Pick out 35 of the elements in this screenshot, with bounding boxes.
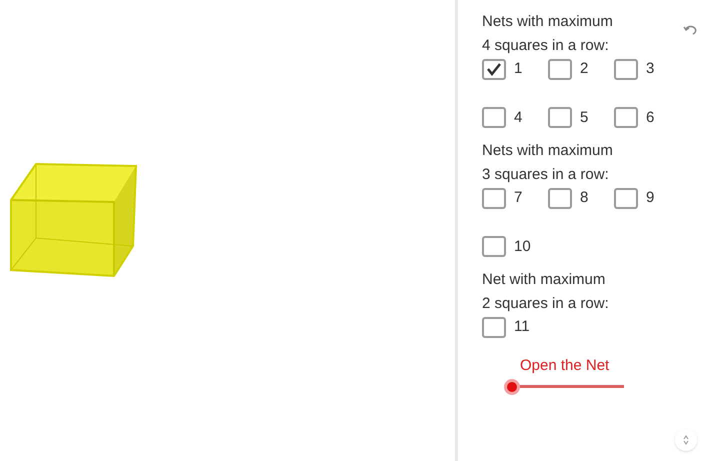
- group-heading: 2 squares in a row:: [482, 294, 609, 314]
- checkbox-label: 5: [580, 108, 588, 128]
- slider-thumb[interactable]: [504, 379, 520, 395]
- checkbox[interactable]: [482, 107, 506, 128]
- checkbox[interactable]: [482, 236, 506, 258]
- checkbox[interactable]: [482, 188, 506, 209]
- group-heading: Nets with maximum: [482, 141, 613, 161]
- group-heading: Net with maximum: [482, 270, 606, 290]
- slider[interactable]: [504, 379, 624, 395]
- slider-label: Open the Net: [520, 356, 610, 376]
- checkbox[interactable]: [614, 58, 638, 80]
- checkmark-icon: [486, 62, 502, 76]
- checkbox[interactable]: [614, 107, 638, 128]
- group-heading: 3 squares in a row:: [482, 165, 609, 185]
- checkbox-label: 8: [580, 188, 588, 208]
- group-heading: Nets with maximum: [482, 12, 613, 32]
- checkbox[interactable]: [614, 188, 638, 209]
- checkbox[interactable]: [482, 58, 506, 80]
- checkbox[interactable]: [482, 316, 506, 338]
- group-heading: 4 squares in a row:: [482, 36, 609, 56]
- checkbox-label: 4: [514, 108, 522, 128]
- checkbox[interactable]: [548, 107, 572, 128]
- checkbox-label: 6: [646, 108, 654, 128]
- checkbox-label: 10: [514, 236, 531, 256]
- checkbox-label: 2: [580, 59, 588, 79]
- checkbox-label: 7: [514, 188, 522, 208]
- undo-icon[interactable]: [683, 24, 697, 36]
- checkbox-label: 11: [514, 317, 530, 337]
- checkbox-label: 3: [646, 59, 654, 79]
- checkbox[interactable]: [548, 58, 572, 80]
- checkbox-label: 1: [514, 59, 522, 79]
- fullscreen-button[interactable]: [675, 429, 697, 451]
- checkbox[interactable]: [548, 188, 572, 209]
- checkbox-label: 9: [646, 188, 654, 208]
- expand-icon: [682, 435, 690, 445]
